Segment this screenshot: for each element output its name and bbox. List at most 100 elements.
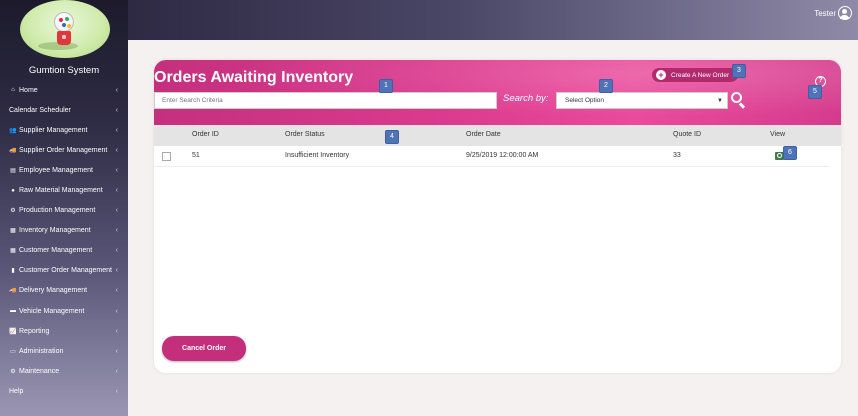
row-checkbox[interactable]: [162, 152, 171, 161]
chevron-left-icon: ‹: [115, 387, 118, 395]
annotation-marker-2: 2: [599, 79, 613, 93]
cell-quote-id: 33: [673, 152, 681, 159]
search-icon-handle: [739, 102, 746, 109]
column-header-order-status[interactable]: Order Status: [285, 131, 325, 138]
table-icon: ▦: [10, 248, 16, 255]
sidebar-item-delivery-management[interactable]: 🚚 Delivery Management ‹: [0, 281, 128, 301]
cancel-order-button[interactable]: Cancel Order: [162, 336, 246, 361]
gear-icon: ⚙: [10, 368, 16, 375]
create-new-order-button[interactable]: + Create A New Order: [652, 68, 738, 82]
cell-order-status: Insufficient Inventory: [285, 152, 350, 159]
sidebar-item-calendar-scheduler[interactable]: Calendar Scheduler ‹: [0, 100, 128, 120]
sidebar-item-reporting[interactable]: 📈 Reporting ‹: [0, 321, 128, 341]
create-new-order-label: Create A New Order: [671, 71, 730, 79]
user-menu[interactable]: Tester: [814, 6, 852, 20]
sidebar-item-label: Calendar Scheduler: [9, 106, 71, 114]
chevron-left-icon: ‹: [115, 106, 118, 114]
truck-icon: 🚚: [9, 288, 17, 295]
sidebar-item-administration[interactable]: ▭ Administration ‹: [0, 341, 128, 361]
top-bar: Tester: [128, 0, 858, 40]
annotation-marker-1: 1: [379, 79, 393, 93]
sidebar-item-label: Customer Management: [19, 247, 93, 255]
chevron-left-icon: ‹: [115, 187, 118, 195]
truck-icon: 🚚: [9, 147, 17, 154]
system-name: Gumtion System: [28, 65, 100, 76]
chevron-left-icon: ‹: [115, 287, 118, 295]
user-avatar-icon: [838, 6, 852, 20]
sidebar-item-label: Home: [19, 86, 38, 94]
sidebar-item-supplier-management[interactable]: 👥 Supplier Management ‹: [0, 120, 128, 140]
laptop-icon: ▭: [10, 348, 16, 355]
chevron-left-icon: ‹: [115, 166, 118, 174]
orders-card: Orders Awaiting Inventory Search by: Sel…: [154, 60, 841, 373]
sidebar-item-label: Vehicle Management: [19, 307, 85, 315]
sidebar-item-raw-material-management[interactable]: ● Raw Material Management ‹: [0, 180, 128, 200]
sidebar-item-label: Raw Material Management: [19, 187, 103, 195]
chevron-left-icon: ‹: [115, 327, 118, 335]
table-header: Order ID Order Status Order Date Quote I…: [154, 125, 841, 146]
page-title: Orders Awaiting Inventory: [154, 69, 354, 86]
sidebar: Gumtion System ⌂ Home ‹ Calendar Scheduler…: [0, 0, 128, 416]
chevron-left-icon: ‹: [115, 207, 118, 215]
sidebar-item-label: Help: [9, 387, 24, 395]
sidebar-item-label: Inventory Management: [19, 227, 91, 235]
cogs-icon: ⚙: [10, 208, 16, 215]
sidebar-item-label: Maintenance: [19, 367, 60, 375]
car-icon: ▬: [10, 308, 16, 315]
column-header-view: View: [770, 131, 786, 138]
users-icon: 👥: [9, 127, 17, 134]
chevron-left-icon: ‹: [115, 126, 118, 134]
user-name: Tester: [814, 8, 836, 18]
sidebar-item-label: Production Management: [19, 207, 96, 215]
chevron-left-icon: ‹: [115, 347, 118, 355]
sidebar-item-employee-management[interactable]: ▤ Employee Management ‹: [0, 160, 128, 180]
chevron-left-icon: ‹: [115, 247, 118, 255]
sidebar-item-customer-management[interactable]: ▦ Customer Management ‹: [0, 241, 128, 261]
home-icon: ⌂: [11, 87, 15, 94]
column-header-order-date[interactable]: Order Date: [466, 131, 501, 138]
file-icon: ▮: [11, 268, 15, 275]
list-icon: ▦: [10, 228, 16, 235]
chevron-left-icon: ‹: [115, 227, 118, 235]
annotation-marker-6: 6: [783, 146, 797, 160]
sidebar-item-home[interactable]: ⌂ Home ‹: [0, 80, 128, 100]
chevron-left-icon: ‹: [115, 267, 118, 275]
sidebar-item-vehicle-management[interactable]: ▬ Vehicle Management ‹: [0, 301, 128, 321]
cell-order-id: 51: [192, 152, 200, 159]
id-card-icon: ▤: [10, 167, 16, 174]
column-header-quote-id[interactable]: Quote ID: [673, 131, 701, 138]
sidebar-item-label: Delivery Management: [19, 287, 88, 295]
gumball-base: [57, 31, 71, 45]
sidebar-item-label: Supplier Management: [19, 126, 88, 134]
sidebar-item-label: Reporting: [19, 327, 50, 335]
search-input[interactable]: [154, 92, 497, 109]
sidebar-item-label: Supplier Order Management: [19, 146, 108, 154]
sidebar-item-supplier-order-management[interactable]: 🚚 Supplier Order Management ‹: [0, 140, 128, 160]
caret-down-icon: ▼: [717, 98, 723, 104]
table-row: 51 Insufficient Inventory 9/25/2019 12:0…: [154, 146, 830, 167]
gumball-globe: [54, 12, 74, 32]
gumball-logo: [20, 0, 110, 58]
sidebar-item-label: Customer Order Management: [19, 267, 112, 275]
annotation-marker-3: 3: [732, 64, 746, 78]
plus-icon: +: [656, 70, 666, 80]
sidebar-item-production-management[interactable]: ⚙ Production Management ‹: [0, 201, 128, 221]
sidebar-item-help[interactable]: Help ‹: [0, 381, 128, 401]
sidebar-item-label: Employee Management: [19, 166, 93, 174]
sidebar-item-customer-order-management[interactable]: ▮ Customer Order Management ‹: [0, 261, 128, 281]
search-button[interactable]: [731, 92, 747, 109]
search-by-label: Search by:: [503, 93, 549, 104]
sidebar-nav: ⌂ Home ‹ Calendar Scheduler ‹ 👥 Supplier Man…: [0, 80, 128, 402]
chevron-left-icon: ‹: [115, 307, 118, 315]
select-value: Select Option: [565, 97, 605, 104]
chart-icon: 📈: [9, 328, 17, 335]
annotation-marker-4: 4: [385, 130, 399, 144]
sidebar-item-inventory-management[interactable]: ▦ Inventory Management ‹: [0, 221, 128, 241]
column-header-order-id[interactable]: Order ID: [192, 131, 219, 138]
chevron-left-icon: ‹: [115, 146, 118, 154]
sidebar-item-maintenance[interactable]: ⚙ Maintenance ‹: [0, 361, 128, 381]
leaf-icon: ●: [11, 187, 15, 194]
cell-order-date: 9/25/2019 12:00:00 AM: [466, 152, 539, 159]
chevron-left-icon: ‹: [115, 86, 118, 94]
search-by-select[interactable]: Select Option ▼: [556, 92, 728, 109]
